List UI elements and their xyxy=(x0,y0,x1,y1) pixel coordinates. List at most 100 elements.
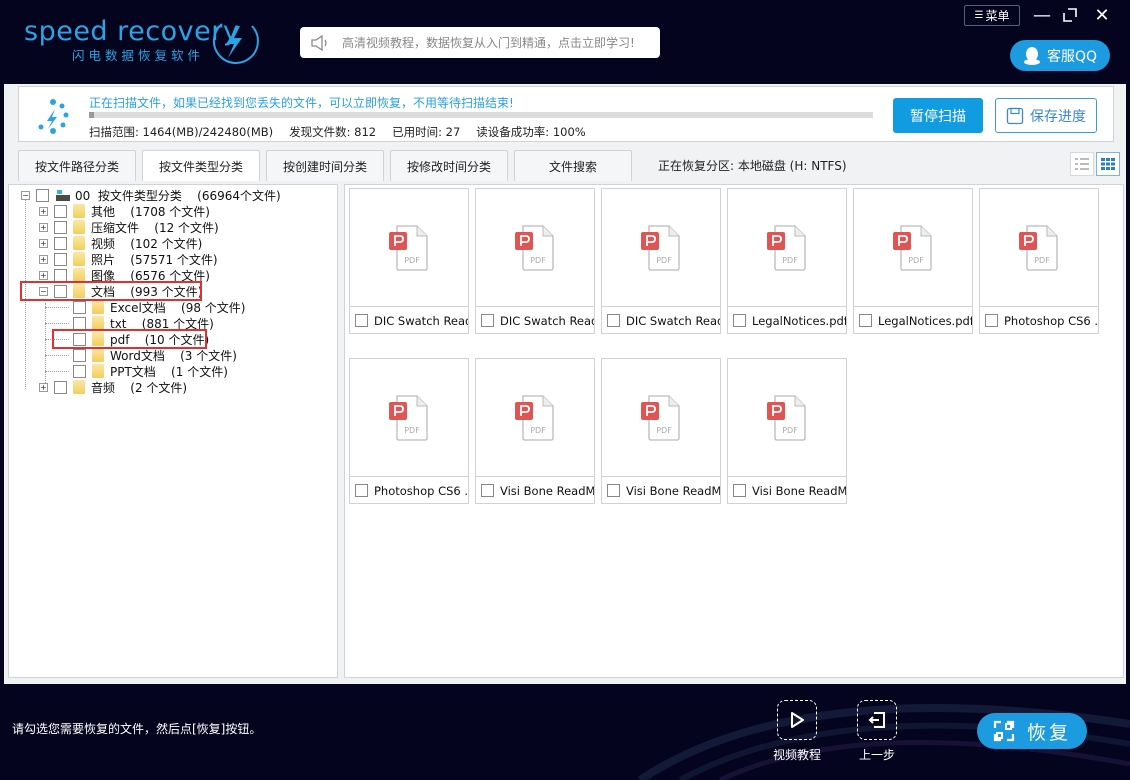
file-card[interactable]: PDF DIC Swatch Read... xyxy=(475,188,595,334)
tab-by-modified-time[interactable]: 按修改时间分类 xyxy=(390,150,508,181)
file-card[interactable]: PDF LegalNotices.pdf xyxy=(853,188,973,334)
tree-node-root[interactable]: − 00 按文件类型分类 (66964个文件) xyxy=(21,187,281,203)
tree-checkbox[interactable] xyxy=(54,220,67,234)
pdf-file-icon: PDF xyxy=(1019,224,1058,271)
tree-label: Word文档 (3 个文件) xyxy=(110,348,237,363)
pdf-icon-text: PDF xyxy=(404,256,420,265)
tree-node[interactable]: + 其他 (1708 个文件) xyxy=(39,203,210,219)
tree-checkbox[interactable] xyxy=(73,364,86,378)
pause-scan-button[interactable]: 暂停扫描 xyxy=(893,98,983,133)
back-button[interactable]: 上一步 xyxy=(847,700,907,763)
tree-checkbox[interactable] xyxy=(73,316,86,330)
minimize-button[interactable]: — xyxy=(1032,5,1052,26)
tree-label: PPT文档 (1 个文件) xyxy=(110,364,228,379)
file-checkbox[interactable] xyxy=(481,484,494,497)
qq-label: 客服QQ xyxy=(1046,48,1098,65)
file-card[interactable]: PDF Visi Bone ReadMe... xyxy=(727,358,847,504)
file-card[interactable]: PDF Visi Bone ReadMe... xyxy=(475,358,595,504)
folder-icon xyxy=(92,300,104,314)
save-progress-button[interactable]: 保存进度 xyxy=(995,98,1097,133)
file-checkbox[interactable] xyxy=(733,484,746,497)
file-card[interactable]: PDF Visi Bone ReadMe... xyxy=(601,358,721,504)
file-name: Photoshop CS6 ... xyxy=(1004,313,1098,328)
file-checkbox[interactable] xyxy=(481,314,494,327)
folder-icon xyxy=(73,268,85,282)
expand-icon[interactable]: + xyxy=(39,270,48,280)
file-card[interactable]: PDF DIC Swatch Read... xyxy=(349,188,469,334)
expand-icon[interactable]: + xyxy=(39,382,48,392)
collapse-icon[interactable]: − xyxy=(21,190,30,200)
tree-label: 压缩文件 (12 个文件) xyxy=(91,220,219,235)
scan-stats: 扫描范围: 1464(MB)/242480(MB) 发现文件数: 812 已用时… xyxy=(89,124,586,140)
file-thumbnail: PDF xyxy=(350,189,468,307)
file-checkbox[interactable] xyxy=(355,314,368,327)
tree-checkbox[interactable] xyxy=(54,252,67,266)
pdf-file-icon: PDF xyxy=(767,394,806,441)
expand-icon[interactable]: + xyxy=(39,238,48,248)
expand-icon[interactable]: + xyxy=(39,222,48,232)
tree-checkbox[interactable] xyxy=(54,268,67,282)
pdf-icon-text: PDF xyxy=(782,426,798,435)
file-name: LegalNotices.pdf xyxy=(878,313,972,328)
tree-checkbox[interactable] xyxy=(36,188,49,202)
tree-node[interactable]: + 音频 (2 个文件) xyxy=(39,379,187,395)
file-checkbox[interactable] xyxy=(859,314,872,327)
tab-by-type[interactable]: 按文件类型分类 xyxy=(142,150,260,181)
maximize-button[interactable] xyxy=(1060,5,1080,25)
close-icon: ✕ xyxy=(1094,4,1110,26)
tree-node[interactable]: + 照片 (57571 个文件) xyxy=(39,251,218,267)
folder-icon xyxy=(92,316,104,330)
tree-node[interactable]: + 视频 (102 个文件) xyxy=(39,235,202,251)
close-button[interactable]: ✕ xyxy=(1092,4,1112,26)
menu-button[interactable]: ☰ 菜单 xyxy=(964,5,1020,26)
tree-node[interactable]: + 压缩文件 (12 个文件) xyxy=(39,219,219,235)
file-checkbox[interactable] xyxy=(733,314,746,327)
video-tutorial-button[interactable]: 视频教程 xyxy=(767,700,827,763)
speaker-icon xyxy=(311,34,327,51)
tree-checkbox[interactable] xyxy=(54,204,67,218)
scan-progress-bar xyxy=(89,112,873,118)
pdf-icon-text: PDF xyxy=(782,256,798,265)
tree-checkbox[interactable] xyxy=(73,300,86,314)
tree-checkbox[interactable] xyxy=(54,236,67,250)
file-thumbnail: PDF xyxy=(476,359,594,477)
folder-icon xyxy=(73,380,85,394)
files-found: 发现文件数: 812 xyxy=(289,125,377,139)
tab-file-search[interactable]: 文件搜索 xyxy=(514,150,632,181)
file-checkbox[interactable] xyxy=(985,314,998,327)
drive-icon xyxy=(56,190,70,201)
tab-by-path[interactable]: 按文件路径分类 xyxy=(18,150,136,181)
file-checkbox[interactable] xyxy=(607,314,620,327)
pdf-file-icon: PDF xyxy=(893,224,932,271)
tree-label: 其他 (1708 个文件) xyxy=(91,204,210,219)
recover-button[interactable]: 恢复 xyxy=(977,713,1087,749)
customer-service-qq-button[interactable]: 客服QQ xyxy=(1010,40,1110,71)
file-checkbox[interactable] xyxy=(355,484,368,497)
file-thumbnail: PDF xyxy=(602,189,720,307)
tree-node[interactable]: Word文档 (3 个文件) xyxy=(73,347,237,363)
tree-node[interactable]: Excel文档 (98 个文件) xyxy=(73,299,246,315)
grid-view-button[interactable] xyxy=(1096,152,1120,176)
expand-icon[interactable]: + xyxy=(39,254,48,264)
list-view-button[interactable] xyxy=(1070,152,1094,176)
tutorial-notice-link[interactable]: 高清视频教程，数据恢复从入门到精通，点击立即学习! xyxy=(300,27,660,58)
file-card[interactable]: PDF LegalNotices.pdf xyxy=(727,188,847,334)
pdf-file-icon: PDF xyxy=(641,394,680,441)
file-card[interactable]: PDF Photoshop CS6 ... xyxy=(979,188,1099,334)
file-name: DIC Swatch Read... xyxy=(500,313,594,328)
file-card[interactable]: PDF Photoshop CS6 ... xyxy=(349,358,469,504)
file-card[interactable]: PDF DIC Swatch Read... xyxy=(601,188,721,334)
tree-label: Excel文档 (98 个文件) xyxy=(110,300,246,315)
tree-checkbox[interactable] xyxy=(73,348,86,362)
file-checkbox[interactable] xyxy=(607,484,620,497)
folder-icon xyxy=(92,364,104,378)
list-view-icon xyxy=(1075,158,1089,170)
recover-label: 恢复 xyxy=(1026,721,1071,744)
tree-label: 00 按文件类型分类 (66964个文件) xyxy=(75,188,281,203)
expand-icon[interactable]: + xyxy=(39,206,48,216)
file-thumbnail: PDF xyxy=(476,189,594,307)
tab-by-created-time[interactable]: 按创建时间分类 xyxy=(266,150,384,181)
tree-checkbox[interactable] xyxy=(54,380,67,394)
file-name: DIC Swatch Read... xyxy=(374,313,468,328)
tree-node[interactable]: PPT文档 (1 个文件) xyxy=(73,363,228,379)
